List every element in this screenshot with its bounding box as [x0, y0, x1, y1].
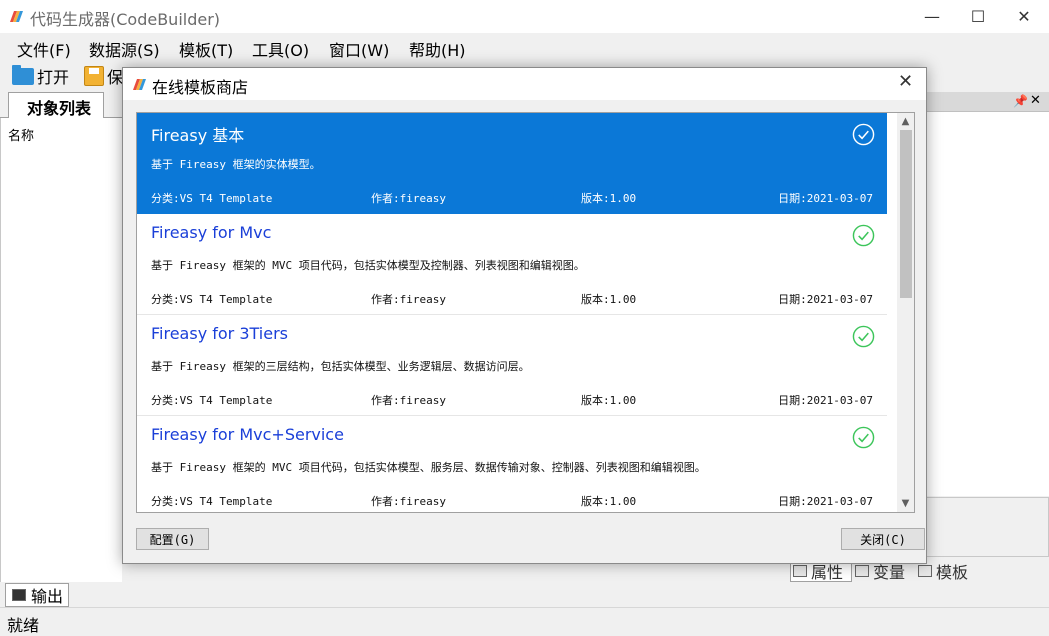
template-date: 日期:2021-03-07: [778, 293, 873, 306]
menu-tools[interactable]: 工具(O): [252, 37, 309, 61]
close-window-button[interactable]: ✕: [1001, 0, 1047, 33]
installed-check-icon: [852, 426, 875, 449]
maximize-icon: ☐: [970, 7, 986, 26]
status-bar: 就绪: [0, 607, 1049, 635]
template-date: 日期:2021-03-07: [778, 192, 873, 205]
template-item[interactable]: Fireasy for Mvc+Service 基于 Fireasy 框架的 MV…: [137, 416, 887, 512]
folder-open-icon: [12, 64, 34, 85]
variables-icon: [855, 565, 869, 577]
template-description: 基于 Fireasy 框架的 MVC 项目代码，包括实体模型、服务层、数据传输对…: [151, 461, 706, 474]
maximize-button[interactable]: ☐: [955, 0, 1001, 33]
installed-check-icon: [852, 224, 875, 247]
template-category: 分类:VS T4 Template: [151, 495, 273, 508]
pin-icon[interactable]: 📌: [1013, 94, 1028, 108]
object-list[interactable]: [0, 118, 122, 582]
scroll-down-icon[interactable]: ▼: [897, 495, 914, 512]
tab-output[interactable]: 输出: [5, 583, 69, 607]
save-icon: [84, 66, 104, 86]
menu-datasource[interactable]: 数据源(S): [89, 37, 160, 61]
scrollbar-thumb[interactable]: [900, 130, 912, 298]
template-item[interactable]: Fireasy 基本基于 Fireasy 框架的实体模型。 分类:VS T4 Te…: [137, 113, 887, 214]
template-category: 分类:VS T4 Template: [151, 293, 273, 306]
close-button[interactable]: 关闭(C): [841, 528, 925, 550]
title-bar: 代码生成器(CodeBuilder) — ☐ ✕: [0, 0, 1049, 33]
property-description: [925, 497, 1049, 557]
template-date: 日期:2021-03-07: [778, 394, 873, 407]
template-author: 作者:fireasy: [371, 495, 446, 508]
column-header-name: 名称: [8, 129, 35, 144]
open-button[interactable]: 打开: [12, 64, 69, 88]
template-item[interactable]: Fireasy for Mvc 基于 Fireasy 框架的 MVC 项目代码，包…: [137, 214, 887, 315]
minimize-icon: —: [924, 7, 940, 26]
template-name: Fireasy 基本: [151, 126, 245, 145]
menu-file[interactable]: 文件(F): [17, 37, 71, 61]
app-logo-icon: [10, 11, 23, 22]
template-version: 版本:1.00: [581, 394, 637, 407]
save-button[interactable]: 保: [84, 64, 123, 88]
menu-help[interactable]: 帮助(H): [409, 37, 466, 61]
template-item[interactable]: Fireasy for 3Tiers 基于 Fireasy 框架的三层结构，包括实…: [137, 315, 887, 416]
menu-window[interactable]: 窗口(W): [329, 37, 389, 61]
tab-output-label: 输出: [31, 587, 64, 606]
dialog-title: 在线模板商店: [152, 78, 249, 97]
tab-object-list[interactable]: 对象列表: [8, 92, 104, 119]
template-name: Fireasy for Mvc+Service: [151, 425, 344, 444]
template-description: 基于 Fireasy 框架的 MVC 项目代码，包括实体模型及控制器、列表视图和…: [151, 259, 585, 272]
template-version: 版本:1.00: [581, 293, 637, 306]
app-title: 代码生成器(CodeBuilder): [30, 10, 221, 29]
template-store-dialog: 在线模板商店 ✕ Fireasy 基本基于 Fireasy 框架的实体模型。 分类…: [122, 67, 927, 564]
menu-template[interactable]: 模板(T): [179, 37, 233, 61]
installed-check-icon: [852, 123, 875, 146]
property-grid[interactable]: [925, 112, 1049, 496]
installed-check-icon: [852, 325, 875, 348]
template-category: 分类:VS T4 Template: [151, 394, 273, 407]
dialog-close-icon[interactable]: ✕: [898, 71, 913, 92]
dialog-title-bar: 在线模板商店 ✕: [123, 68, 926, 100]
template-author: 作者:fireasy: [371, 192, 446, 205]
template-list[interactable]: Fireasy 基本基于 Fireasy 框架的实体模型。 分类:VS T4 Te…: [136, 112, 915, 513]
menu-bar: 文件(F) 数据源(S) 模板(T) 工具(O) 窗口(W) 帮助(H): [0, 33, 1049, 61]
properties-icon: [793, 564, 807, 577]
template-date: 日期:2021-03-07: [778, 495, 873, 508]
scroll-up-icon[interactable]: ▲: [897, 113, 914, 130]
template-version: 版本:1.00: [581, 495, 637, 508]
config-button[interactable]: 配置(G): [136, 528, 209, 550]
template-description: 基于 Fireasy 框架的实体模型。: [151, 158, 321, 171]
save-label: 保: [107, 68, 124, 87]
close-icon: ✕: [1017, 7, 1031, 26]
template-author: 作者:fireasy: [371, 394, 446, 407]
templates-icon: [918, 565, 932, 577]
status-text: 就绪: [7, 616, 40, 635]
output-icon: [12, 589, 26, 601]
template-name: Fireasy for 3Tiers: [151, 324, 288, 343]
open-label: 打开: [37, 68, 70, 87]
template-author: 作者:fireasy: [371, 293, 446, 306]
tab-templates-label: 模板: [936, 563, 969, 582]
template-category: 分类:VS T4 Template: [151, 192, 273, 205]
template-name: Fireasy for Mvc: [151, 223, 272, 242]
dialog-logo-icon: [133, 79, 146, 90]
template-version: 版本:1.00: [581, 192, 637, 205]
template-description: 基于 Fireasy 框架的三层结构，包括实体模型、业务逻辑层、数据访问层。: [151, 360, 530, 373]
minimize-button[interactable]: —: [909, 0, 955, 33]
panel-close-icon[interactable]: ✕: [1030, 93, 1041, 108]
